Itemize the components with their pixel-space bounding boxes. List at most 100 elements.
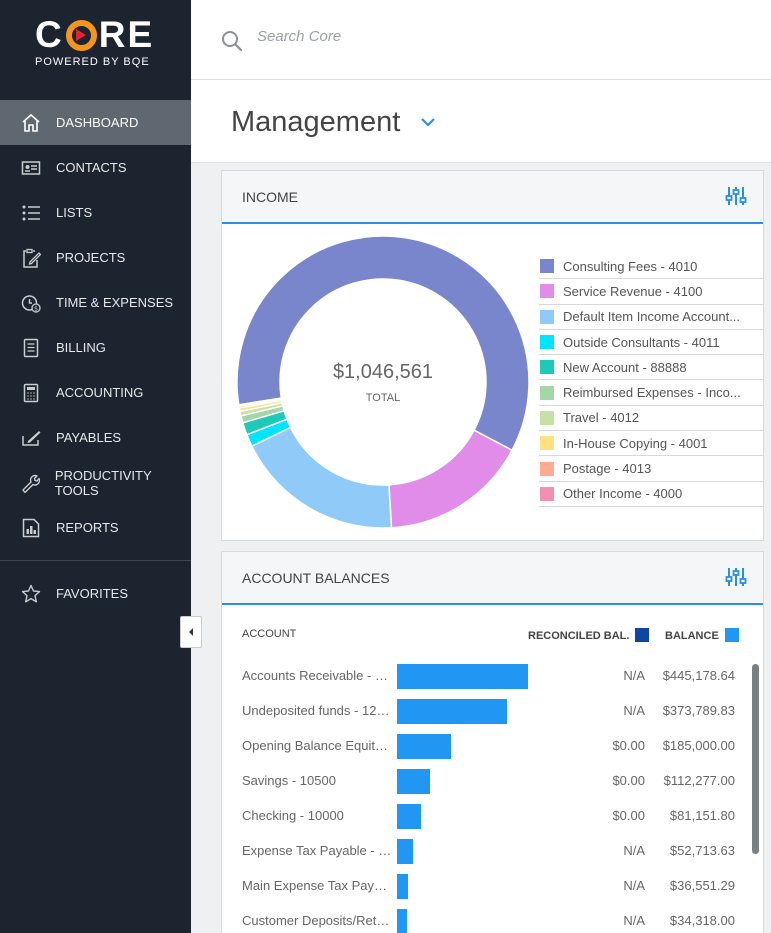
legend-item[interactable]: Other Income - 4000 — [539, 482, 763, 507]
legend-swatch — [540, 335, 554, 350]
table-row[interactable]: Expense Tax Payable - 25... N/A $52,713.63 — [222, 835, 763, 870]
nav-item-lists[interactable]: LISTS — [0, 190, 191, 235]
clock-dollar-icon: $ — [20, 292, 42, 314]
logo-play-icon — [65, 19, 97, 51]
nav-label: ACCOUNTING — [56, 385, 144, 400]
reconciled-value: N/A — [623, 843, 645, 858]
balance-legend-swatch — [724, 628, 739, 642]
nav-item-projects[interactable]: PROJECTS — [0, 235, 191, 280]
sidebar-collapse-button[interactable] — [180, 616, 202, 648]
table-row[interactable]: Main Expense Tax Payabl... N/A $36,551.29 — [222, 870, 763, 905]
balance-bar — [397, 734, 451, 759]
balance-value: $52,713.63 — [669, 843, 735, 858]
logo-wordmark: C RE — [35, 16, 165, 54]
svg-text:$: $ — [34, 305, 38, 312]
legend-swatch — [540, 410, 554, 425]
nav-item-contacts[interactable]: CONTACTS — [0, 145, 191, 190]
nav-label: REPORTS — [56, 520, 119, 535]
account-name: Accounts Receivable - 11... — [242, 668, 392, 683]
nav-item-time-expenses[interactable]: $ TIME & EXPENSES — [0, 280, 191, 325]
table-row[interactable]: Opening Balance Equity -... $0.00 $185,000… — [222, 730, 763, 765]
nav-label: LISTS — [56, 205, 93, 220]
filter-settings-icon[interactable] — [725, 185, 747, 212]
contact-card-icon — [20, 157, 42, 179]
legend-swatch — [540, 461, 554, 476]
invoice-icon — [20, 337, 42, 359]
legend-item[interactable]: In-House Copying - 4001 — [539, 431, 763, 457]
legend-label: Reimbursed Expenses - Inco... — [563, 385, 741, 401]
table-row[interactable]: Customer Deposits/Retai... N/A $34,318.00 — [222, 905, 763, 933]
nav-divider — [0, 560, 191, 561]
balance-value: $34,318.00 — [669, 913, 735, 928]
legend-label: In-House Copying - 4001 — [563, 435, 708, 451]
table-row[interactable]: Undeposited funds - 12000 N/A $373,789.83 — [222, 695, 763, 730]
vertical-scrollbar[interactable] — [752, 664, 759, 854]
main-nav: DASHBOARD CONTACTS LISTS PROJECTS $ TIME… — [0, 100, 191, 616]
search-icon[interactable] — [221, 30, 243, 57]
legend-swatch — [540, 284, 554, 299]
income-legend: Consulting Fees - 4010 Service Revenue -… — [539, 254, 763, 507]
nav-item-favorites[interactable]: FAVORITES — [0, 571, 191, 616]
legend-item[interactable]: Outside Consultants - 4011 — [539, 330, 763, 356]
top-search-bar — [191, 0, 771, 80]
reconciled-value: $0.00 — [612, 808, 645, 823]
legend-item[interactable]: New Account - 88888 — [539, 355, 763, 381]
nav-label: PRODUCTIVITY TOOLS — [54, 467, 152, 498]
table-row[interactable]: Accounts Receivable - 11... N/A $445,178.6… — [222, 660, 763, 695]
balance-value: $373,789.83 — [662, 703, 735, 718]
legend-item[interactable]: Reimbursed Expenses - Inco... — [539, 380, 763, 406]
account-name: Checking - 10000 — [242, 808, 344, 823]
balance-value: $81,151.80 — [669, 808, 735, 823]
nav-item-payables[interactable]: PAYABLES — [0, 415, 191, 460]
nav-item-reports[interactable]: REPORTS — [0, 505, 191, 550]
balance-value: $185,000.00 — [662, 738, 735, 753]
col-reconciled-label: RECONCILED BAL. — [528, 630, 630, 642]
sidebar: C RE POWERED BY BQE DASHBOARD CONTACTS LI… — [0, 0, 191, 933]
nav-label: FAVORITES — [56, 586, 128, 601]
page-title[interactable]: Management — [231, 106, 400, 139]
nav-label: PROJECTS — [56, 250, 126, 265]
balance-bar — [397, 699, 507, 724]
legend-swatch — [540, 360, 554, 375]
table-row[interactable]: Checking - 10000 $0.00 $81,151.80 — [222, 800, 763, 835]
filter-settings-icon[interactable] — [725, 566, 747, 593]
balance-bar — [397, 664, 528, 689]
legend-label: Consulting Fees - 4010 — [563, 258, 698, 274]
account-balances-card: ACCOUNT BALANCES ACCOUNT RECONCILED BAL.… — [221, 551, 764, 933]
legend-item[interactable]: Service Revenue - 4100 — [539, 279, 763, 305]
legend-item[interactable]: Postage - 4013 — [539, 456, 763, 482]
nav-label: DASHBOARD — [56, 115, 139, 130]
chevron-down-icon[interactable] — [420, 114, 436, 132]
nav-item-productivity-tools[interactable]: PRODUCTIVITY TOOLS — [0, 460, 191, 505]
legend-label: Outside Consultants - 4011 — [563, 334, 720, 350]
legend-label: New Account - 88888 — [563, 359, 687, 375]
legend-item[interactable]: Default Item Income Account... — [539, 305, 763, 330]
nav-item-billing[interactable]: BILLING — [0, 325, 191, 370]
legend-item[interactable]: Consulting Fees - 4010 — [539, 254, 763, 280]
balances-table-header: ACCOUNT RECONCILED BAL. BALANCE — [222, 628, 763, 644]
page-title-bar: Management — [191, 80, 771, 163]
logo-tagline: POWERED BY BQE — [35, 56, 150, 68]
legend-label: Default Item Income Account... — [563, 309, 741, 325]
balance-bar — [397, 769, 430, 794]
nav-label: CONTACTS — [56, 160, 127, 175]
check-pen-icon — [20, 427, 42, 449]
income-total-label: TOTAL — [365, 391, 401, 404]
legend-label: Service Revenue - 4100 — [563, 283, 703, 299]
balance-value: $445,178.64 — [662, 668, 735, 683]
col-account-header: ACCOUNT — [242, 628, 297, 640]
income-total-value: $1,046,561 — [332, 360, 434, 383]
legend-swatch — [540, 486, 554, 501]
nav-item-accounting[interactable]: ACCOUNTING — [0, 370, 191, 415]
legend-label: Postage - 4013 — [563, 461, 652, 477]
donut-center: $1,046,561 TOTAL — [236, 235, 530, 529]
table-row[interactable]: Savings - 10500 $0.00 $112,277.00 — [222, 765, 763, 800]
account-name: Opening Balance Equity -... — [242, 738, 392, 753]
home-icon — [20, 112, 42, 134]
account-name: Savings - 10500 — [242, 773, 336, 788]
search-input[interactable] — [257, 28, 557, 45]
core-logo[interactable]: C RE POWERED BY BQE — [35, 16, 165, 69]
legend-item[interactable]: Travel - 4012 — [539, 406, 763, 432]
report-chart-icon — [20, 517, 42, 539]
nav-item-dashboard[interactable]: DASHBOARD — [0, 100, 191, 145]
